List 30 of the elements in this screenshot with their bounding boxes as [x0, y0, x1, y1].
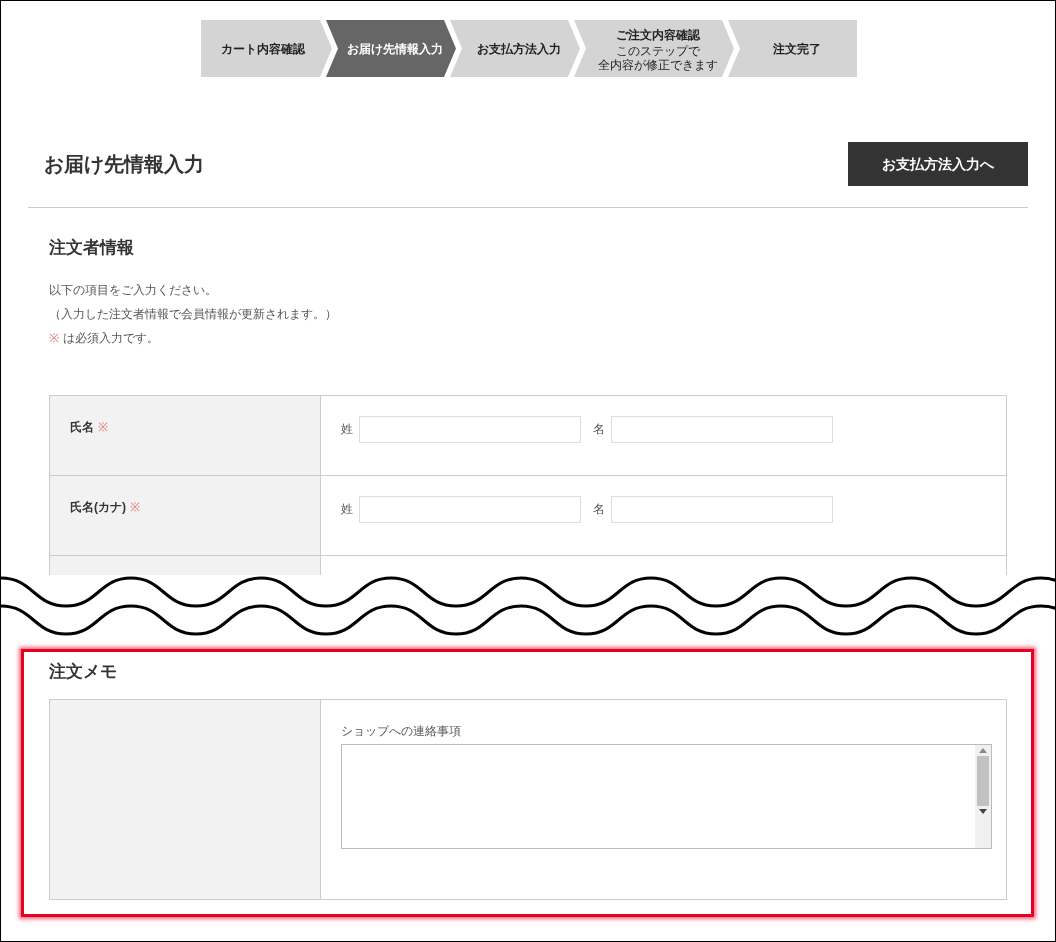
field-label: 氏名(カナ)	[70, 498, 126, 516]
input-field[interactable]	[611, 495, 833, 523]
step-label: 注文完了	[772, 40, 821, 58]
field-label: 名	[593, 421, 605, 438]
scroll-down-icon[interactable]	[979, 808, 987, 814]
intro-text: （入力した注文者情報で会員情報が更新されます。）	[49, 306, 337, 321]
scrollbar[interactable]	[975, 744, 991, 848]
input-field[interactable]	[611, 415, 833, 443]
required-note: は必須入力です。	[63, 329, 159, 347]
field-label: 名	[593, 501, 605, 518]
required-mark: ※	[49, 329, 59, 347]
field-label: ショップへの連絡事項	[341, 722, 462, 740]
step-label: お支払方法入力	[477, 40, 561, 58]
step-label: カート内容確認	[220, 40, 305, 58]
required-mark: ※	[130, 498, 140, 516]
next-button[interactable]: お支払方法入力へ	[848, 142, 1028, 186]
field-label: 姓	[341, 421, 353, 438]
intro-text: 以下の項目をご入力ください。	[49, 282, 217, 297]
input-field[interactable]	[359, 495, 581, 523]
page-title: お届け先情報入力	[44, 152, 204, 177]
input-field[interactable]	[359, 415, 581, 443]
step-note: このステップで	[616, 43, 700, 58]
section-title: 注文者情報	[49, 237, 135, 259]
section-title: 注文メモ	[49, 661, 118, 683]
step-label: ご注文内容確認	[616, 26, 700, 44]
field-label: 姓	[341, 501, 353, 518]
step-label: お届け先情報入力	[347, 40, 443, 58]
step-note: 全内容が修正できます	[598, 57, 718, 72]
required-mark: ※	[98, 418, 108, 436]
field-label: 氏名	[70, 418, 94, 436]
